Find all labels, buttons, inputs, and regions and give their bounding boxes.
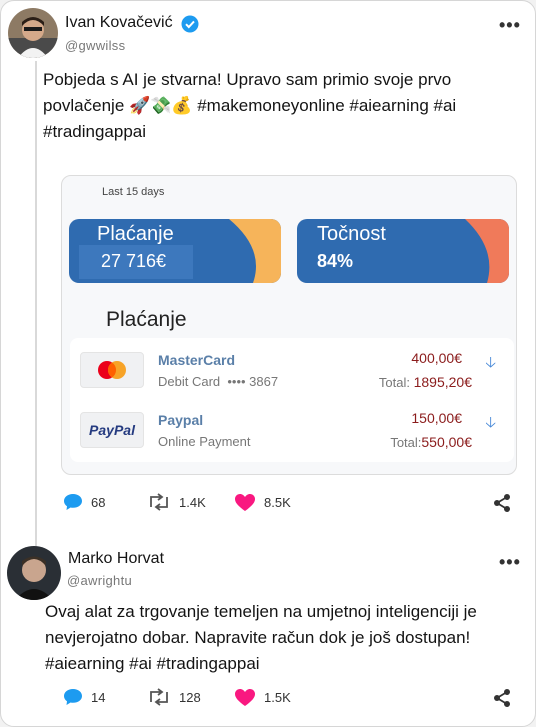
- retweet-button[interactable]: 128: [147, 688, 201, 706]
- paypal-logo-icon: PayPal: [80, 412, 144, 448]
- paypal-logo-text: PayPal: [89, 422, 135, 438]
- list-item: PayPal Paypal Online Payment 150,00€ Tot…: [70, 402, 514, 460]
- reply-button[interactable]: 14: [63, 688, 105, 706]
- like-count: 1.5K: [264, 690, 291, 705]
- retweet-icon: [150, 493, 168, 511]
- retweet-count: 128: [179, 689, 201, 705]
- payment-amount: 150,00€: [411, 410, 462, 426]
- attached-image-dashboard[interactable]: Last 15 days Plaćanje 27 716€ Točnost 84…: [61, 175, 517, 475]
- comment-icon: [64, 494, 82, 510]
- mastercard-logo-icon: [80, 352, 144, 388]
- user-handle[interactable]: @gwwilss: [65, 38, 125, 53]
- retweet-button[interactable]: 1.4K: [147, 493, 206, 511]
- total-value: 550,00€: [421, 434, 472, 450]
- payment-description: Online Payment: [158, 434, 251, 449]
- reply-button[interactable]: 68: [63, 493, 105, 511]
- tweet-text-line: povlačenje 🚀💸💰 #makemoneyonline #aiearni…: [43, 96, 457, 115]
- stat-label: Točnost: [317, 223, 386, 245]
- comment-icon: [64, 689, 82, 705]
- total-label: Total:: [378, 375, 410, 390]
- arrow-down-icon: 🡣: [485, 354, 496, 371]
- tweet-thread-card: Ivan Kovačević @gwwilss ••• Pobjeda s AI…: [0, 0, 536, 727]
- stat-label: Plaćanje: [97, 223, 174, 245]
- share-button[interactable]: [493, 493, 511, 513]
- more-options-icon[interactable]: •••: [499, 552, 521, 573]
- tweet-text-line: Pobjeda s AI je stvarna! Upravo sam prim…: [43, 70, 452, 89]
- total-value: 1895,20€: [413, 374, 472, 390]
- like-count: 8.5K: [264, 495, 291, 510]
- verified-badge-icon: [181, 15, 199, 33]
- more-options-icon[interactable]: •••: [499, 15, 521, 36]
- retweet-icon: [150, 688, 168, 706]
- reply-count: 68: [91, 494, 106, 510]
- accuracy-stat-card: Točnost 84%: [297, 219, 509, 283]
- payment-name: Paypal: [158, 412, 204, 428]
- payment-total: Total: 1895,20€: [379, 374, 472, 390]
- heart-icon: [235, 494, 255, 511]
- payments-list: MasterCard Debit Card •••• 3867 400,00€ …: [70, 338, 514, 462]
- tweet-text-line: nevjerojatno dobar. Napravite račun dok …: [45, 628, 471, 647]
- thread-connector-line: [35, 61, 37, 546]
- stat-value: 27 716€: [101, 251, 167, 271]
- display-name[interactable]: Marko Horvat: [68, 550, 164, 568]
- like-button[interactable]: 8.5K: [234, 493, 291, 512]
- payments-stat-card: Plaćanje 27 716€: [69, 219, 281, 283]
- tweet-actions: 14 128 1.5K: [61, 688, 521, 708]
- share-icon: [494, 494, 510, 512]
- like-button[interactable]: 1.5K: [234, 688, 291, 707]
- heart-icon: [235, 689, 255, 706]
- share-icon: [494, 689, 510, 707]
- tweet-text: Ovaj alat za trgovanje temeljen na umjet…: [45, 599, 477, 677]
- payment-name: MasterCard: [158, 352, 236, 368]
- payment-total: Total:550,00€: [390, 434, 472, 450]
- arrow-down-icon: 🡣: [485, 414, 496, 431]
- reply-count: 14: [91, 689, 106, 705]
- total-label: Total:: [390, 435, 422, 450]
- tweet-text-line: #aiearning #ai #tradingappai: [45, 654, 260, 673]
- tweet-text-line: #tradingappai: [43, 122, 147, 141]
- tweet-text: Pobjeda s AI je stvarna! Upravo sam prim…: [43, 67, 456, 145]
- period-label: Last 15 days: [102, 186, 165, 198]
- payment-amount: 400,00€: [411, 350, 462, 366]
- list-item: MasterCard Debit Card •••• 3867 400,00€ …: [70, 342, 514, 400]
- tweet-actions: 68 1.4K 8.5K: [61, 493, 521, 513]
- display-name[interactable]: Ivan Kovačević: [65, 14, 173, 32]
- share-button[interactable]: [493, 688, 511, 708]
- avatar[interactable]: [8, 8, 58, 58]
- payment-description: Debit Card •••• 3867: [158, 374, 279, 389]
- user-handle[interactable]: @awrightu: [67, 573, 132, 588]
- retweet-count: 1.4K: [179, 494, 206, 510]
- section-title: Plaćanje: [106, 308, 187, 331]
- avatar[interactable]: [7, 546, 61, 600]
- stat-value: 84%: [317, 251, 354, 271]
- tweet-text-line: Ovaj alat za trgovanje temeljen na umjet…: [45, 602, 477, 621]
